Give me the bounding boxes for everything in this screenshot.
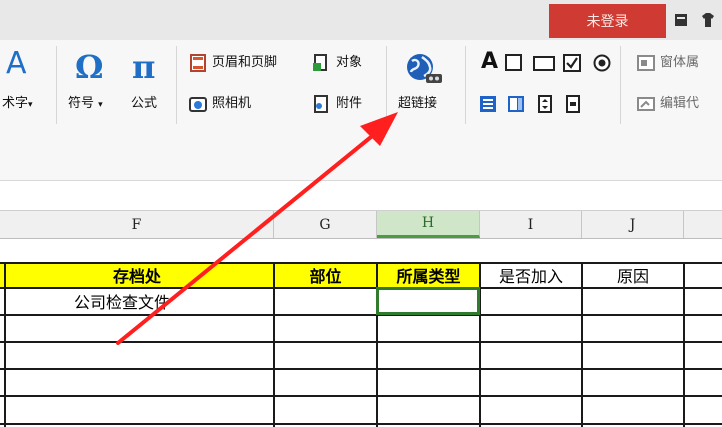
table-cell-archive-r1[interactable]: 公司检查文件 <box>0 288 274 314</box>
column-header-bar: F G H I J <box>0 210 722 239</box>
symbol-button[interactable]: 符号 ▾ <box>68 95 103 114</box>
edit-code-icon[interactable] <box>637 95 655 113</box>
camera-icon[interactable] <box>189 95 207 113</box>
camera-button[interactable]: 照相机 <box>212 95 251 113</box>
omega-icon[interactable]: Ω <box>75 48 103 86</box>
wordart-button[interactable]: 术字▾ <box>2 95 33 114</box>
column-header-i[interactable]: I <box>480 211 582 238</box>
object-button[interactable]: 对象 <box>336 54 362 72</box>
form-button-icon[interactable] <box>533 56 555 71</box>
pi-icon[interactable]: π <box>132 48 155 86</box>
attachment-icon[interactable] <box>312 95 330 113</box>
header-footer-icon[interactable] <box>189 54 207 72</box>
hyperlink-globe-icon[interactable] <box>404 52 444 86</box>
selected-cell-h[interactable] <box>376 287 480 315</box>
form-textbox-icon[interactable] <box>505 54 522 71</box>
form-scrollbar-icon[interactable] <box>564 95 582 113</box>
header-cell-archive[interactable]: 存档处 <box>0 263 274 287</box>
insert-ribbon: A 术字▾ Ω 符号 ▾ π 公式 页眉和页脚 对象 照相机 附件 超链接 A … <box>0 40 722 181</box>
formula-button[interactable]: 公式 <box>131 95 157 113</box>
hyperlink-button[interactable]: 超链接 <box>398 95 437 113</box>
skin-icon[interactable] <box>673 12 689 28</box>
column-header-h[interactable]: H <box>377 211 480 238</box>
edit-code-button[interactable]: 编辑代 <box>660 95 699 113</box>
header-cell-part[interactable]: 部位 <box>274 263 377 287</box>
shirt-icon[interactable] <box>700 12 716 28</box>
column-header-f[interactable]: F <box>0 211 274 238</box>
attachment-button[interactable]: 附件 <box>336 95 362 113</box>
form-combobox-icon[interactable] <box>507 95 525 113</box>
column-header-g[interactable]: G <box>274 211 377 238</box>
form-checkbox-icon[interactable] <box>563 54 581 72</box>
column-header-j[interactable]: J <box>582 211 684 238</box>
column-header-k[interactable] <box>684 211 722 238</box>
header-cell-reason[interactable]: 原因 <box>582 263 684 287</box>
header-cell-joined[interactable]: 是否加入 <box>480 263 582 287</box>
form-listbox-icon[interactable] <box>479 95 497 113</box>
sheet-grid: 存档处 部位 所属类型 是否加入 原因 公司检查文件 <box>0 238 722 427</box>
wordart-icon[interactable]: A <box>6 46 27 81</box>
form-properties-icon[interactable] <box>637 54 655 72</box>
form-properties-button[interactable]: 窗体属 <box>660 54 699 72</box>
object-icon[interactable] <box>312 54 330 72</box>
header-footer-button[interactable]: 页眉和页脚 <box>212 54 277 72</box>
form-spinner-icon[interactable] <box>536 95 554 113</box>
header-cell-type[interactable]: 所属类型 <box>377 263 480 287</box>
form-radio-icon[interactable] <box>593 54 611 72</box>
login-button[interactable]: 未登录 <box>549 4 666 38</box>
form-label-control[interactable]: A <box>481 50 498 74</box>
